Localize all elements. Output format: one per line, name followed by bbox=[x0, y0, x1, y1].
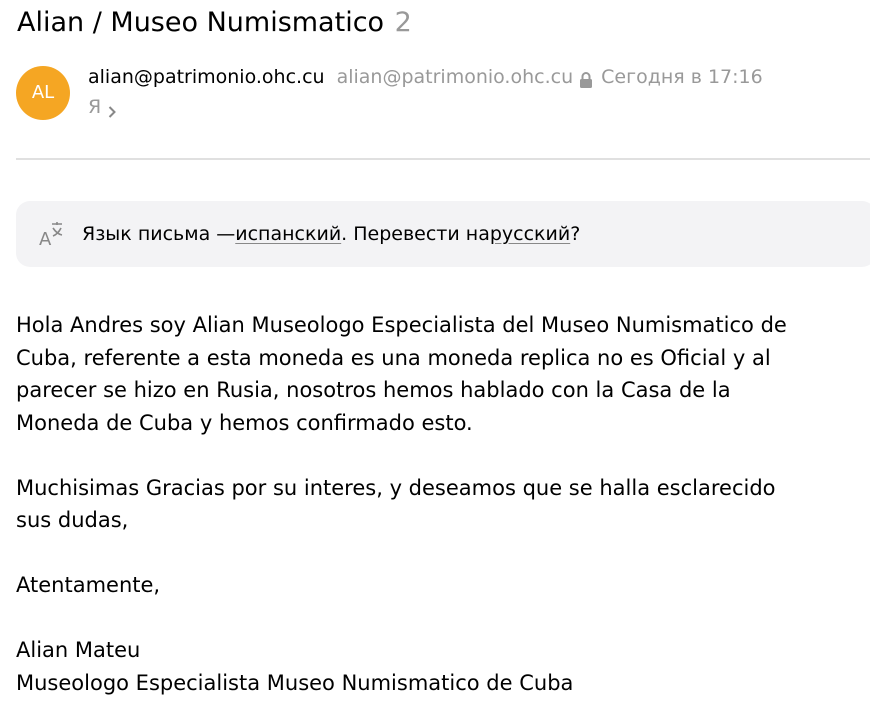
email-date: Сегодня в 17:16 bbox=[601, 66, 763, 88]
body-paragraph: Atentamente, bbox=[16, 569, 836, 602]
target-language-link[interactable]: русский bbox=[490, 223, 570, 245]
email-body: Hola Andres soy Alian Museologo Especial… bbox=[16, 309, 836, 718]
signature-title: Museologo Especialista Museo Numismatico… bbox=[16, 670, 574, 695]
body-line: Muchisimas Gracias por su interes, y des… bbox=[16, 475, 776, 500]
header-divider bbox=[16, 158, 870, 160]
body-line: Moneda de Cuba y hemos confirmado esto. bbox=[16, 410, 473, 435]
body-paragraph: Hola Andres soy Alian Museologo Especial… bbox=[16, 309, 836, 439]
subject-text: Alian / Museo Numismatico bbox=[17, 7, 385, 38]
body-paragraph: Muchisimas Gracias por su interes, y des… bbox=[16, 472, 836, 537]
recipient-label: Я bbox=[88, 96, 102, 118]
body-line: Cuba, referente a esta moneda es una mon… bbox=[16, 345, 771, 370]
svg-text:A: A bbox=[39, 229, 52, 248]
sender-line: alian@patrimonio.ohc.cu alian@patrimonio… bbox=[88, 64, 763, 90]
avatar[interactable]: AL bbox=[16, 66, 70, 120]
translate-icon: A bbox=[38, 220, 66, 250]
lock-icon bbox=[579, 69, 593, 88]
translate-prefix: Язык письма — bbox=[82, 223, 236, 245]
chevron-right-icon bbox=[107, 100, 117, 118]
signature: Alian Mateu Museologo Especialista Museo… bbox=[16, 634, 836, 699]
translate-middle: . Перевести на bbox=[341, 223, 490, 245]
thread-count: 2 bbox=[394, 7, 412, 38]
translate-suffix: ? bbox=[570, 223, 581, 245]
email-subject: Alian / Museo Numismatico 2 bbox=[17, 4, 412, 42]
source-language-link[interactable]: испанский bbox=[235, 223, 341, 245]
email-view: Alian / Museo Numismatico 2 AL alian@pat… bbox=[0, 0, 870, 718]
signature-name: Alian Mateu bbox=[16, 638, 141, 662]
sender-name[interactable]: alian@patrimonio.ohc.cu bbox=[88, 64, 325, 90]
recipients-toggle[interactable]: Я bbox=[88, 94, 117, 120]
body-line: Atentamente, bbox=[16, 573, 161, 597]
body-line: sus dudas, bbox=[16, 508, 129, 532]
body-line: parecer se hizo en Rusia, nosotros hemos… bbox=[16, 378, 731, 402]
translate-bar: A Язык письма — испанский . Перевести на… bbox=[16, 201, 870, 267]
sender-email[interactable]: alian@patrimonio.ohc.cu bbox=[337, 64, 574, 90]
body-line: Hola Andres soy Alian Museologo Especial… bbox=[16, 313, 787, 337]
